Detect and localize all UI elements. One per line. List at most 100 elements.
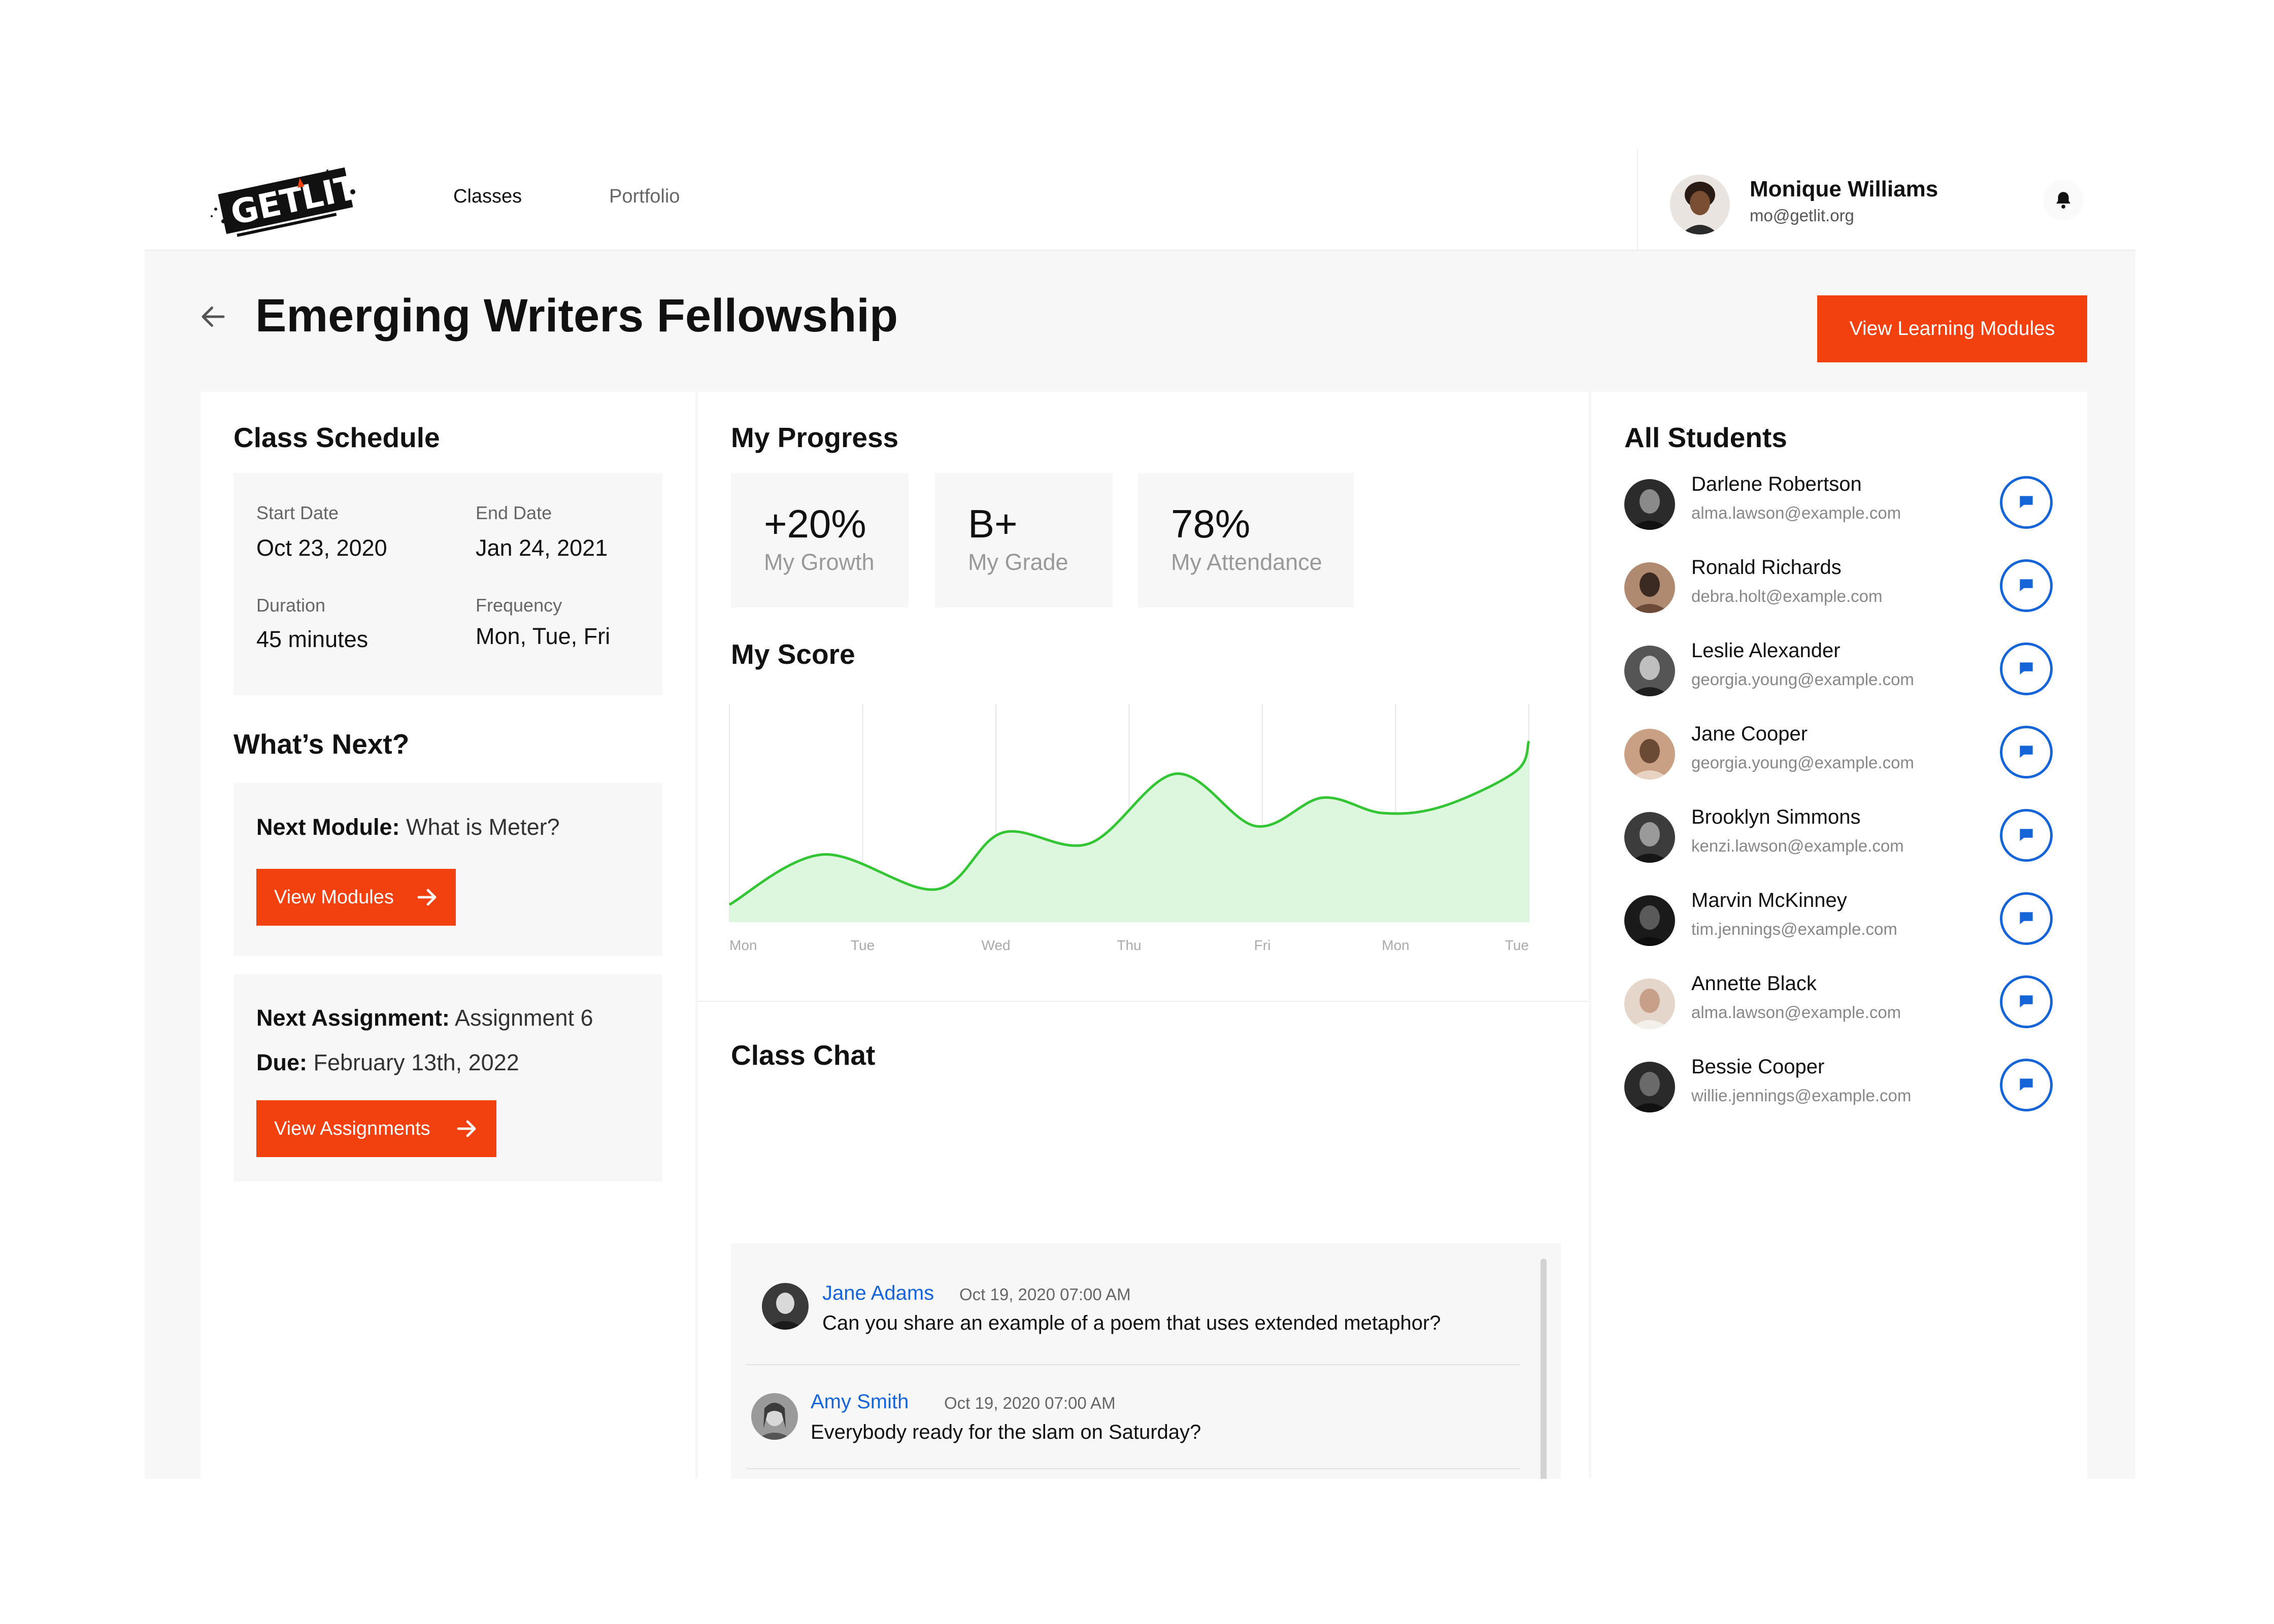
schedule-box: Start Date Oct 23, 2020 End Date Jan 24,…	[233, 473, 662, 695]
student-name: Darlene Robertson	[1691, 473, 1862, 495]
all-students-title: All Students	[1624, 422, 1787, 453]
chat-window: Jane Adams Oct 19, 2020 07:00 AM Can you…	[731, 1243, 1561, 1479]
view-learning-modules-button[interactable]: View Learning Modules	[1817, 295, 2087, 362]
chat-bubble-icon	[2020, 746, 2033, 758]
end-date-label: End Date	[476, 502, 552, 523]
student-avatar[interactable]	[1624, 895, 1675, 946]
student-email: willie.jennings@example.com	[1691, 1086, 1912, 1105]
next-assignment-value: Assignment 6	[449, 1005, 593, 1031]
arrow-right-icon	[457, 1120, 476, 1137]
class-chat-title: Class Chat	[731, 1039, 876, 1071]
student-avatar[interactable]	[1624, 1062, 1675, 1112]
chat-scrollbar[interactable]	[1541, 1259, 1547, 1479]
chat-message: Jane Adams Oct 19, 2020 07:00 AM Can you…	[746, 1254, 1520, 1365]
back-arrow-icon[interactable]	[198, 301, 228, 332]
duration-value: 45 minutes	[256, 626, 369, 652]
class-schedule-title: Class Schedule	[233, 422, 440, 453]
student-avatar[interactable]	[1624, 479, 1675, 530]
chat-bubble-icon	[2020, 579, 2033, 592]
start-date-value: Oct 23, 2020	[256, 535, 387, 561]
user-email: mo@getlit.org	[1750, 206, 1854, 225]
chat-author-name[interactable]: Amy Smith	[811, 1391, 909, 1413]
whats-next-title: What’s Next?	[233, 728, 410, 760]
student-email: debra.holt@example.com	[1691, 587, 1883, 605]
student-name: Leslie Alexander	[1691, 639, 1841, 662]
arrow-right-icon	[417, 889, 437, 906]
chat-author-name[interactable]: Jane Adams	[822, 1282, 934, 1305]
message-student-button[interactable]	[2000, 975, 2053, 1028]
student-name: Annette Black	[1691, 972, 1817, 995]
x-tick-label: Fri	[1254, 937, 1271, 953]
chat-message-text: Everybody ready for the slam on Saturday…	[811, 1421, 1201, 1443]
view-assignments-button[interactable]: View Assignments	[256, 1100, 496, 1157]
student-name: Bessie Cooper	[1691, 1056, 1825, 1078]
student-row: Annette Black alma.lawson@example.com	[1624, 972, 2071, 1038]
student-avatar[interactable]	[1624, 562, 1675, 613]
message-student-button[interactable]	[2000, 642, 2053, 695]
x-tick-label: Mon	[729, 937, 757, 953]
student-avatar[interactable]	[1624, 812, 1675, 863]
growth-value: +20%	[764, 501, 866, 546]
chat-timestamp: Oct 19, 2020 07:00 AM	[959, 1285, 1131, 1304]
x-axis-ticks: Mon Tue Wed Thu Fri Mon Tue	[729, 937, 1529, 953]
growth-stat-card: +20% My Growth	[731, 473, 909, 607]
chat-bubble-icon	[2020, 1078, 2033, 1091]
app-window: GET LIT Classes Portfolio Monique Willia…	[145, 149, 2135, 1479]
growth-label: My Growth	[764, 549, 875, 575]
student-row: Ronald Richards debra.holt@example.com	[1624, 556, 2071, 622]
next-module-label: Next Module:	[256, 814, 400, 840]
score-chart: Mon Tue Wed Thu Fri Mon Tue	[728, 704, 1530, 953]
next-assignment-label: Next Assignment:	[256, 1005, 450, 1031]
chat-bubble-icon	[2020, 496, 2033, 509]
student-avatar[interactable]	[1624, 646, 1675, 696]
my-score-title: My Score	[731, 638, 855, 670]
page-title: Emerging Writers Fellowship	[255, 290, 898, 342]
schedule-panel: Class Schedule Start Date Oct 23, 2020 E…	[200, 392, 695, 1479]
chat-message: Amy Smith Oct 19, 2020 07:00 AM Everybod…	[746, 1365, 1520, 1469]
start-date-label: Start Date	[256, 502, 339, 523]
next-assignment-card: Next Assignment: Assignment 6 Due: Febru…	[233, 974, 662, 1181]
x-tick-label: Mon	[1382, 937, 1409, 953]
chat-message-text: Can you share an example of a poem that …	[822, 1312, 1441, 1334]
nav-classes[interactable]: Classes	[453, 186, 522, 208]
x-tick-label: Thu	[1117, 937, 1141, 953]
get-lit-logo[interactable]: GET LIT	[200, 160, 368, 242]
student-row: Bessie Cooper willie.jennings@example.co…	[1624, 1056, 2071, 1122]
message-student-button[interactable]	[2000, 1059, 2053, 1111]
chat-avatar[interactable]	[762, 1283, 809, 1330]
student-avatar[interactable]	[1624, 729, 1675, 780]
student-name: Ronald Richards	[1691, 556, 1842, 579]
attendance-value: 78%	[1171, 501, 1251, 546]
chat-bubble-icon	[2020, 829, 2033, 841]
view-modules-button[interactable]: View Modules	[256, 869, 456, 926]
message-student-button[interactable]	[2000, 559, 2053, 612]
my-progress-title: My Progress	[731, 422, 899, 453]
view-assignments-label: View Assignments	[274, 1118, 430, 1139]
duration-label: Duration	[256, 595, 326, 616]
message-student-button[interactable]	[2000, 892, 2053, 945]
student-avatar[interactable]	[1624, 978, 1675, 1029]
attendance-stat-card: 78% My Attendance	[1138, 473, 1354, 607]
message-student-button[interactable]	[2000, 809, 2053, 862]
due-value: February 13th, 2022	[307, 1050, 519, 1075]
student-email: georgia.young@example.com	[1691, 670, 1914, 689]
user-avatar[interactable]	[1670, 175, 1730, 234]
chat-avatar[interactable]	[751, 1393, 798, 1440]
nav-portfolio[interactable]: Portfolio	[609, 186, 680, 208]
next-module-value: What is Meter?	[399, 814, 560, 840]
student-email: alma.lawson@example.com	[1691, 1003, 1901, 1022]
student-row: Leslie Alexander georgia.young@example.c…	[1624, 639, 2071, 705]
x-tick-label: Tue	[1505, 937, 1529, 953]
next-assignment-line: Next Assignment: Assignment 6	[256, 1005, 593, 1031]
message-student-button[interactable]	[2000, 476, 2053, 529]
student-row: Jane Cooper georgia.young@example.com	[1624, 723, 2071, 789]
student-email: alma.lawson@example.com	[1691, 503, 1901, 522]
notifications-button[interactable]	[2043, 180, 2084, 220]
x-tick-label: Tue	[851, 937, 875, 953]
grade-label: My Grade	[968, 549, 1068, 575]
end-date-value: Jan 24, 2021	[476, 535, 608, 561]
student-email: georgia.young@example.com	[1691, 753, 1914, 772]
frequency-value: Mon, Tue, Fri	[476, 623, 611, 649]
next-module-card: Next Module: What is Meter? View Modules	[233, 783, 662, 956]
message-student-button[interactable]	[2000, 726, 2053, 779]
